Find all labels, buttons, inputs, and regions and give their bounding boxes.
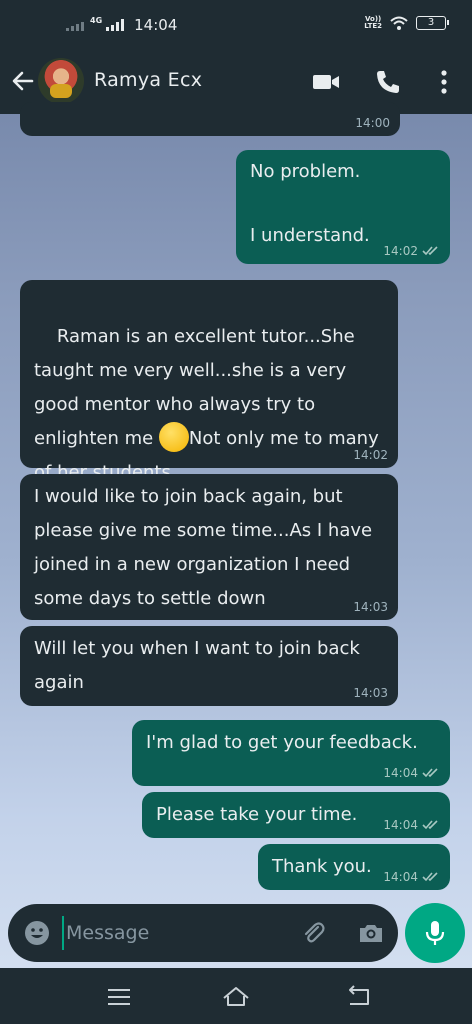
signal-2-icon — [106, 19, 125, 31]
back-nav-icon[interactable] — [344, 982, 374, 1012]
status-time: 14:04 — [134, 16, 178, 34]
message-incoming[interactable]: 14:00 — [20, 102, 400, 136]
system-nav-bar — [0, 968, 472, 1024]
contact-name[interactable]: Ramya Ecx — [94, 69, 202, 91]
network-type: 4G — [90, 15, 103, 25]
message-text: No problem. I understand. — [250, 161, 370, 246]
attach-icon[interactable] — [298, 918, 328, 948]
message-text: I'm glad to get your feedback. — [146, 732, 418, 753]
message-outgoing[interactable]: I'm glad to get your feedback. 14:04 — [132, 720, 450, 786]
emoji-icon[interactable] — [22, 918, 52, 948]
message-meta: 14:04 — [383, 766, 440, 780]
compose-bar — [8, 904, 398, 962]
message-incoming[interactable]: Raman is an excellent tutor...She taught… — [20, 280, 398, 483]
read-ticks-icon — [422, 820, 438, 830]
video-call-icon[interactable] — [310, 66, 342, 98]
message-meta: 14:04 — [383, 870, 440, 884]
message-incoming[interactable]: Will let you when I want to join back ag… — [20, 626, 398, 706]
camera-icon[interactable] — [356, 918, 386, 948]
status-left: 4G 14:04 — [66, 16, 177, 34]
wifi-icon — [390, 16, 408, 30]
status-right: Vo)) LTE2 3 — [364, 15, 449, 30]
signal-1-icon — [66, 19, 84, 31]
back-arrow-icon[interactable] — [8, 66, 38, 96]
read-ticks-icon — [422, 246, 438, 256]
message-input[interactable] — [62, 916, 282, 950]
home-icon[interactable] — [221, 982, 251, 1012]
message-meta: 14:03 — [353, 600, 388, 614]
more-options-icon[interactable] — [428, 66, 460, 98]
smiling-face-emoji-icon — [158, 422, 189, 452]
voice-call-icon[interactable] — [372, 66, 404, 98]
message-meta: 14:04 — [383, 818, 440, 832]
message-text: I would like to join back again, but ple… — [34, 486, 378, 609]
avatar[interactable] — [38, 58, 84, 104]
message-text: Will let you when I want to join back ag… — [34, 638, 366, 693]
status-bar: 4G 14:04 Vo)) LTE2 3 — [0, 0, 472, 52]
battery-icon: 3 — [416, 16, 449, 30]
message-meta: 14:02 — [383, 244, 440, 258]
mic-button[interactable] — [405, 903, 465, 963]
volte-indicator: Vo)) LTE2 — [364, 15, 382, 30]
message-outgoing[interactable]: Please take your time. 14:04 — [142, 792, 450, 838]
message-outgoing[interactable]: Thank you. 14:04 — [258, 844, 450, 890]
recent-apps-icon[interactable] — [104, 982, 134, 1012]
message-meta: 14:03 — [353, 686, 388, 700]
message-outgoing[interactable]: No problem. I understand. 14:02 — [236, 150, 450, 264]
read-ticks-icon — [422, 872, 438, 882]
message-meta: 14:00 — [355, 116, 390, 130]
message-incoming[interactable]: I would like to join back again, but ple… — [20, 474, 398, 620]
message-meta: 14:02 — [353, 448, 388, 462]
mic-icon — [425, 921, 445, 945]
read-ticks-icon — [422, 768, 438, 778]
